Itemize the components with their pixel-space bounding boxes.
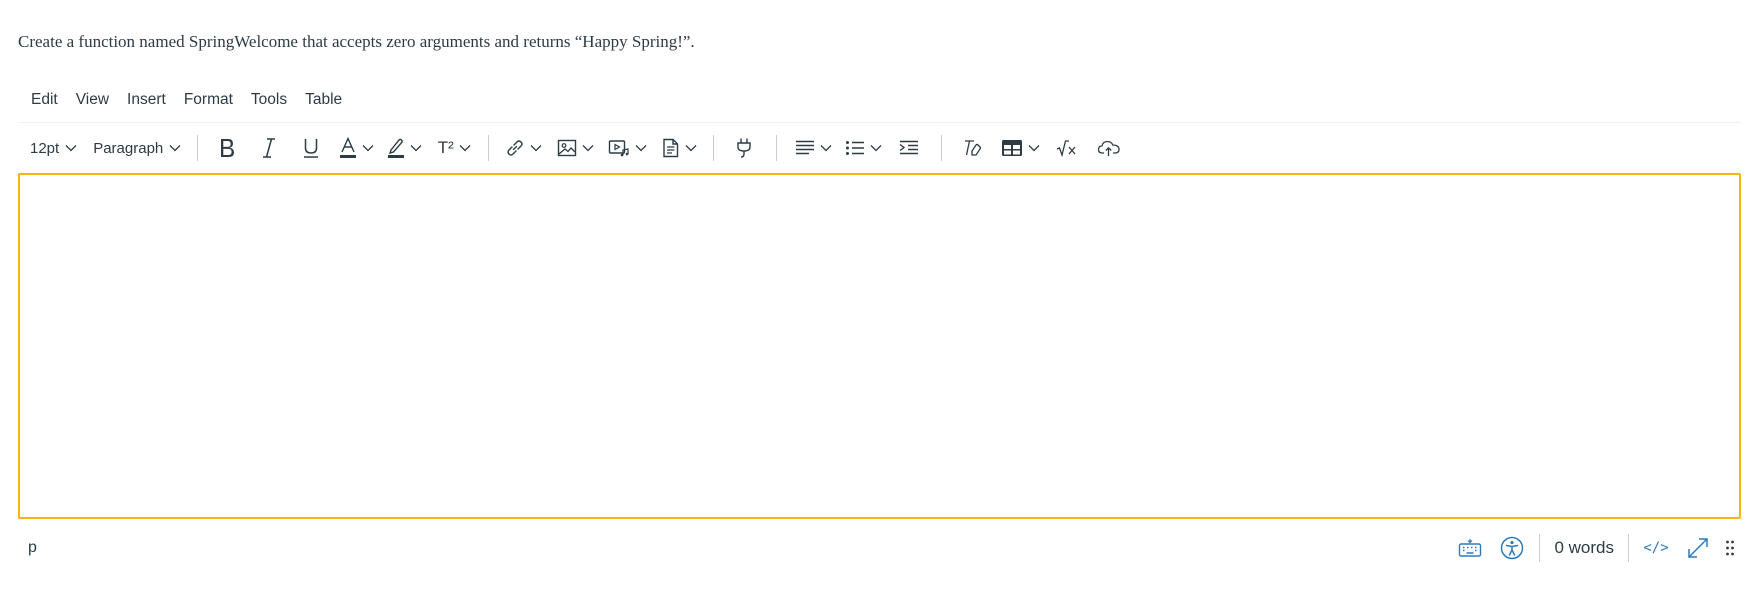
- html-editor-toggle[interactable]: </>: [1635, 528, 1677, 568]
- align-button[interactable]: [789, 130, 837, 166]
- menu-insert[interactable]: Insert: [118, 84, 175, 116]
- editor-content-area[interactable]: [18, 173, 1741, 519]
- bold-button[interactable]: [206, 130, 248, 166]
- menu-format[interactable]: Format: [175, 84, 242, 116]
- toolbar-separator: [488, 135, 490, 161]
- image-button[interactable]: [549, 130, 601, 166]
- plug-icon: [735, 137, 753, 159]
- italic-button[interactable]: [248, 130, 290, 166]
- toolbar: 12pt Paragraph T²: [18, 123, 1741, 173]
- italic-icon: [261, 137, 277, 159]
- highlight-color-button[interactable]: [380, 130, 428, 166]
- chevron-down-icon: [530, 144, 542, 152]
- chevron-down-icon: [685, 144, 697, 152]
- toolbar-separator: [713, 135, 715, 161]
- highlight-icon: [387, 137, 405, 159]
- font-size-dropdown[interactable]: 12pt: [18, 130, 83, 166]
- block-format-dropdown[interactable]: Paragraph: [83, 130, 187, 166]
- table-icon: [1001, 139, 1023, 157]
- math-icon: [1056, 139, 1078, 157]
- list-icon: [845, 140, 865, 156]
- font-size-value: 12pt: [30, 139, 60, 157]
- chevron-down-icon: [362, 144, 374, 152]
- media-button[interactable]: [601, 130, 653, 166]
- accessibility-checker-button[interactable]: [1491, 528, 1533, 568]
- underline-button[interactable]: [290, 130, 332, 166]
- fullscreen-button[interactable]: [1677, 528, 1719, 568]
- link-icon: [505, 138, 525, 158]
- expand-icon: [1687, 537, 1709, 559]
- keyboard-shortcuts-button[interactable]: [1449, 528, 1491, 568]
- math-equation-button[interactable]: [1046, 130, 1088, 166]
- status-bar-actions: 0 words </>: [1449, 519, 1741, 577]
- rich-text-editor: Edit View Insert Format Tools Table 12pt…: [18, 78, 1741, 595]
- chevron-down-icon: [169, 144, 181, 152]
- indent-icon: [899, 140, 919, 156]
- chevron-down-icon: [459, 144, 471, 152]
- media-icon: [608, 139, 630, 157]
- status-separator: [1628, 534, 1629, 562]
- underline-icon: [302, 137, 320, 159]
- chevron-down-icon: [582, 144, 594, 152]
- element-path[interactable]: p: [18, 539, 1449, 557]
- link-button[interactable]: [497, 130, 549, 166]
- accessibility-icon: [1500, 536, 1524, 560]
- superscript-icon: T²: [437, 138, 454, 157]
- chevron-down-icon: [65, 144, 77, 152]
- status-bar: p 0 words </>: [18, 519, 1741, 577]
- menu-tools[interactable]: Tools: [242, 84, 296, 116]
- superscript-button[interactable]: T²: [428, 130, 480, 166]
- question-text: Create a function named SpringWelcome th…: [18, 32, 695, 51]
- cloud-upload-icon: [1097, 139, 1121, 157]
- image-icon: [557, 139, 577, 157]
- keyboard-icon: [1458, 538, 1482, 558]
- block-format-value: Paragraph: [93, 139, 164, 157]
- menu-edit[interactable]: Edit: [18, 84, 67, 116]
- menubar: Edit View Insert Format Tools Table: [18, 78, 1741, 123]
- cloud-upload-button[interactable]: [1088, 130, 1130, 166]
- bold-icon: [218, 137, 236, 159]
- chevron-down-icon: [820, 144, 832, 152]
- chevron-down-icon: [635, 144, 647, 152]
- apps-button[interactable]: [722, 130, 766, 166]
- chevron-down-icon: [410, 144, 422, 152]
- toolbar-separator: [776, 135, 778, 161]
- text-color-icon: [339, 137, 357, 159]
- clear-format-icon: [962, 139, 982, 157]
- document-icon: [662, 138, 680, 158]
- align-icon: [795, 140, 815, 156]
- clear-formatting-button[interactable]: [950, 130, 994, 166]
- drag-handle-icon: [1725, 539, 1735, 557]
- word-count[interactable]: 0 words: [1546, 538, 1622, 558]
- toolbar-separator: [941, 135, 943, 161]
- text-color-button[interactable]: [332, 130, 380, 166]
- chevron-down-icon: [1028, 144, 1040, 152]
- document-button[interactable]: [653, 130, 705, 166]
- resize-handle[interactable]: [1719, 528, 1741, 568]
- code-icon: </>: [1643, 540, 1669, 556]
- menu-table[interactable]: Table: [296, 84, 351, 116]
- indent-button[interactable]: [889, 130, 929, 166]
- status-separator: [1539, 534, 1541, 562]
- list-button[interactable]: [837, 130, 889, 166]
- table-button[interactable]: [994, 130, 1046, 166]
- menu-view[interactable]: View: [67, 84, 118, 116]
- chevron-down-icon: [870, 144, 882, 152]
- toolbar-separator: [197, 135, 199, 161]
